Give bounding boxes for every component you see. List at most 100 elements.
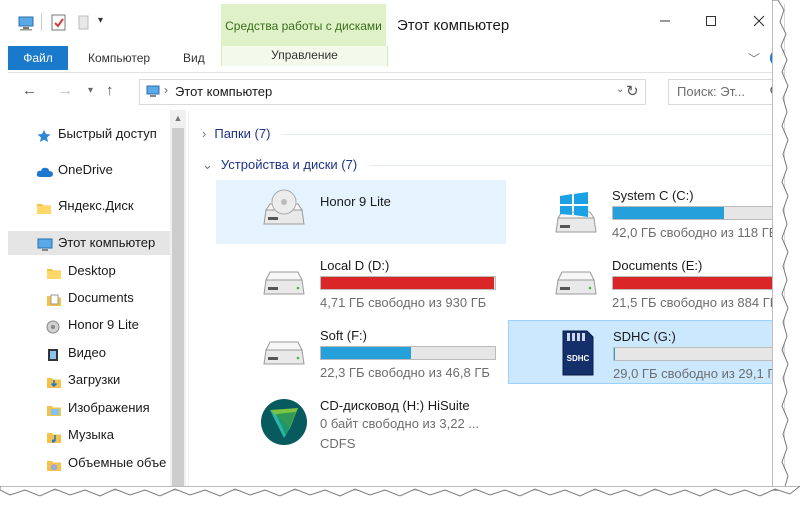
drive-tile[interactable]: System C (C:) 42,0 ГБ свободно из 118 ГБ	[508, 180, 784, 244]
drive-usage-fill	[613, 207, 725, 219]
sidebar-item[interactable]: Загрузки	[8, 368, 170, 392]
sidebar-item-label: Яндекс.Диск	[58, 198, 134, 213]
drive-tile[interactable]: SDHC SDHC (G:) 29,0 ГБ свободно из 29,1 ГБ	[508, 320, 784, 384]
sidebar-item-label: Быстрый доступ	[58, 126, 157, 141]
address-dropdown-icon[interactable]: ⌄	[616, 84, 624, 95]
maximize-button[interactable]	[696, 12, 726, 36]
scroll-thumb[interactable]	[172, 128, 184, 490]
address-field[interactable]: › Этот компьютер ⌄ ↻	[139, 79, 646, 105]
properties-icon[interactable]	[50, 13, 68, 33]
drive-usage-bar	[612, 206, 784, 220]
phone-icon	[46, 318, 62, 334]
forward-arrow-icon[interactable]: →	[58, 82, 73, 99]
sidebar-item[interactable]: Яндекс.Диск	[8, 194, 170, 218]
sidebar-item[interactable]: Видео	[8, 341, 170, 365]
up-arrow-icon[interactable]: ↑	[106, 82, 114, 99]
device-icon	[262, 188, 306, 231]
drive-name: Honor 9 Lite	[320, 194, 391, 209]
sidebar-item-label: Desktop	[68, 263, 116, 278]
sidebar-item[interactable]: Documents	[8, 286, 170, 310]
content-pane: › Папки (7) ⌄ Устройства и диски (7) Honor…	[190, 110, 784, 490]
divider	[282, 134, 782, 135]
windows-drive-icon	[554, 192, 598, 239]
sidebar-item[interactable]: Объемные объе	[8, 451, 170, 475]
recent-locations-icon[interactable]: ▾	[88, 85, 93, 96]
address-toolbar: ← → ▾ ↑ › Этот компьютер ⌄ ↻ Поиск: Эт..…	[8, 74, 784, 108]
drive-name: Soft (F:)	[320, 328, 367, 343]
group-folders[interactable]: › Папки (7)	[202, 126, 270, 141]
music-icon	[46, 428, 62, 443]
computer-icon	[36, 236, 53, 251]
search-placeholder: Поиск: Эт...	[677, 84, 745, 99]
sidebar-item[interactable]: OneDrive	[8, 158, 170, 182]
close-button[interactable]	[744, 12, 774, 36]
picture-icon	[46, 401, 62, 416]
drive-tile[interactable]: CD-дисковод (H:) HiSuite 0 байт свободно …	[216, 390, 506, 454]
drive-name: CD-дисковод (H:) HiSuite	[320, 398, 470, 413]
drive-free-space: 42,0 ГБ свободно из 118 ГБ	[612, 225, 778, 240]
tab-computer[interactable]: Компьютер	[88, 46, 150, 70]
folder-icon	[36, 199, 52, 214]
drive-tile[interactable]: Local D (D:) 4,71 ГБ свободно из 930 ГБ	[216, 250, 506, 314]
sidebar-item-label: Объемные объе	[68, 455, 167, 470]
sidebar-item[interactable]: Этот компьютер	[8, 231, 170, 255]
context-group-title: Средства работы с дисками	[221, 4, 386, 46]
breadcrumb[interactable]: Этот компьютер	[175, 84, 272, 99]
drive-icon	[262, 268, 306, 301]
sidebar-item-label: Видео	[68, 345, 106, 360]
drive-tile[interactable]: Honor 9 Lite	[216, 180, 506, 244]
folder-icon	[46, 264, 62, 279]
drive-usage-bar	[613, 347, 784, 361]
cloud-icon	[36, 163, 53, 177]
computer-icon	[18, 16, 34, 31]
drive-usage-fill	[613, 277, 783, 289]
breadcrumb-separator-icon: ›	[164, 83, 168, 97]
drive-tile[interactable]: Documents (E:) 21,5 ГБ свободно из 884 ГБ	[508, 250, 784, 314]
tab-file[interactable]: Файл	[8, 46, 68, 70]
drive-name: SDHC (G:)	[613, 329, 676, 344]
sidebar-scrollbar[interactable]: ▲	[170, 110, 186, 490]
drive-filesystem: CDFS	[320, 436, 356, 451]
drive-name: Documents (E:)	[612, 258, 703, 273]
scroll-up-icon[interactable]: ▲	[170, 110, 186, 126]
drive-icon	[554, 268, 598, 301]
drive-name: System C (C:)	[612, 188, 694, 203]
divider	[370, 165, 782, 166]
sidebar-item[interactable]: Быстрый доступ	[8, 122, 170, 146]
drive-usage-bar	[612, 276, 784, 290]
drive-free-space: 29,0 ГБ свободно из 29,1 ГБ	[613, 366, 783, 381]
group-devices[interactable]: ⌄ Устройства и диски (7)	[202, 157, 357, 173]
refresh-icon[interactable]: ↻	[626, 82, 639, 100]
drive-icon	[262, 338, 306, 371]
cube-icon	[46, 456, 62, 471]
sidebar-item[interactable]: Изображения	[8, 396, 170, 420]
hisuite-icon	[260, 398, 308, 449]
tab-view[interactable]: Вид	[183, 46, 205, 70]
customize-toolbar-icon[interactable]: ▾	[98, 15, 103, 26]
drive-tile[interactable]: Soft (F:) 22,3 ГБ свободно из 46,8 ГБ	[216, 320, 506, 384]
sidebar-item-label: Documents	[68, 290, 134, 305]
sidebar-item-label: Honor 9 Lite	[68, 317, 139, 332]
group-label: Папки (7)	[214, 126, 271, 141]
separator	[41, 13, 42, 31]
navigation-pane: Быстрый доступ OneDrive Яндекс.Диск Этот ко…	[8, 110, 188, 490]
minimize-button[interactable]	[650, 12, 680, 36]
computer-icon	[146, 85, 160, 97]
video-icon	[46, 346, 62, 361]
sidebar-item-label: OneDrive	[58, 162, 113, 177]
sidebar-item-label: Изображения	[68, 400, 150, 415]
drive-free-space: 22,3 ГБ свободно из 46,8 ГБ	[320, 365, 490, 380]
pane-divider[interactable]	[188, 110, 189, 490]
sidebar-item-label: Музыка	[68, 427, 114, 442]
sidebar-item[interactable]: Honor 9 Lite	[8, 313, 170, 337]
torn-edge	[772, 0, 789, 491]
sidebar-item[interactable]: Desktop	[8, 259, 170, 283]
search-input[interactable]: Поиск: Эт...	[668, 79, 784, 105]
download-icon	[46, 373, 62, 388]
back-arrow-icon[interactable]: ←	[22, 82, 37, 99]
drive-free-space: 0 байт свободно из 3,22 ...	[320, 416, 480, 431]
ribbon-tabs: Файл Компьютер Вид ﹀ ?	[8, 44, 784, 73]
expand-ribbon-icon[interactable]: ﹀	[748, 50, 760, 67]
new-folder-icon[interactable]	[76, 13, 92, 33]
sidebar-item[interactable]: Музыка	[8, 423, 170, 447]
